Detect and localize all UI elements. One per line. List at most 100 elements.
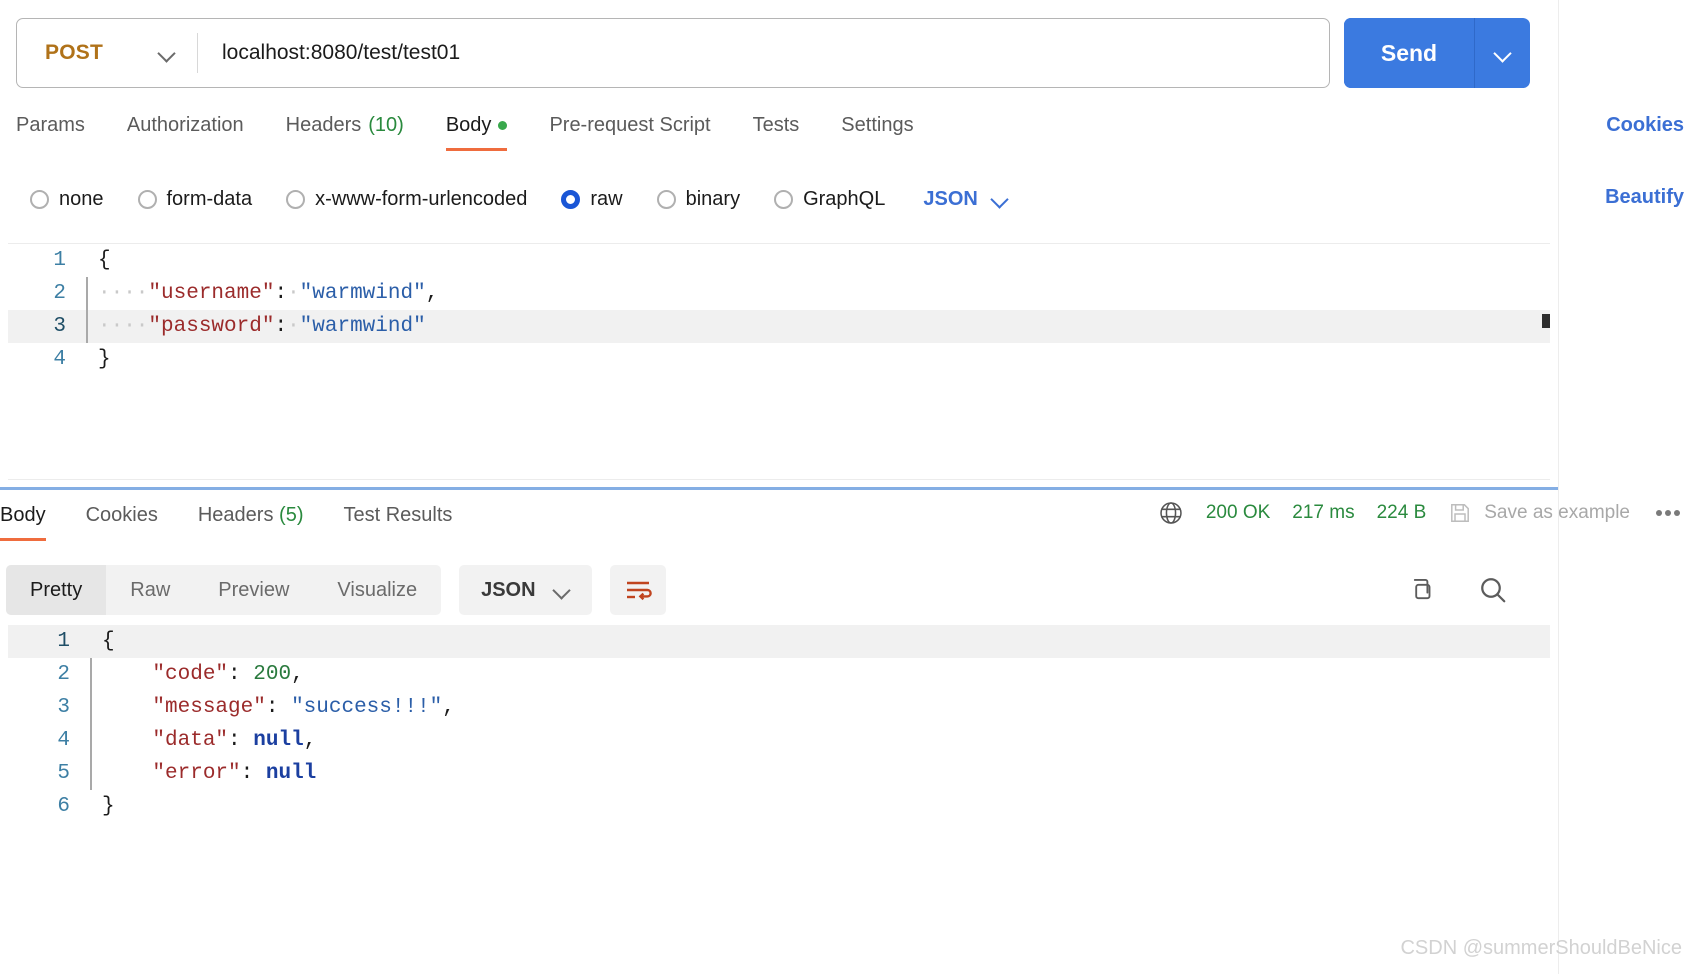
code-line-content: "code": 200, [90, 658, 1550, 691]
line-number: 1 [57, 630, 70, 653]
code-line[interactable]: 1{ [8, 244, 1550, 277]
response-format-label: JSON [481, 578, 536, 601]
view-tab-label: Visualize [337, 578, 418, 601]
code-token: } [98, 348, 111, 371]
code-token: , [425, 282, 439, 305]
radio-label: x-www-form-urlencoded [315, 187, 528, 210]
raw-format-select[interactable]: JSON [923, 188, 1007, 211]
radio-none[interactable]: none [30, 188, 104, 211]
response-more-options-button[interactable] [1652, 510, 1684, 516]
code-line[interactable]: 2 "code": 200, [8, 658, 1550, 691]
tab-label: Tests [752, 114, 800, 136]
cookies-link[interactable]: Cookies [1606, 114, 1684, 137]
tab-tests[interactable]: Tests [753, 108, 800, 151]
response-toolbar-actions [1404, 575, 1552, 605]
code-token: : [228, 729, 254, 752]
request-editor-scrollbar[interactable] [1542, 314, 1550, 328]
http-method-select[interactable]: POST [17, 19, 197, 87]
code-token: : [240, 762, 266, 785]
view-tab-preview[interactable]: Preview [194, 565, 313, 615]
code-line-content: { [86, 244, 1550, 277]
tab-body[interactable]: Body [445, 108, 508, 151]
response-tab-cookies[interactable]: Cookies [86, 498, 158, 541]
code-token: null [253, 729, 304, 752]
code-line[interactable]: 4} [8, 343, 1550, 376]
send-button[interactable]: Send [1344, 18, 1474, 88]
radio-icon [774, 189, 794, 209]
radio-binary[interactable]: binary [656, 187, 741, 211]
code-token: : [274, 315, 288, 338]
response-time-text: 217 ms [1292, 502, 1355, 523]
line-number: 1 [53, 249, 66, 272]
tab-pre-request-script[interactable]: Pre-request Script [549, 108, 710, 151]
code-token: 200 [253, 663, 292, 686]
code-token: : [228, 663, 254, 686]
code-line[interactable]: 6} [8, 790, 1550, 823]
code-token: "error" [152, 762, 241, 785]
code-token: { [102, 630, 115, 653]
code-line[interactable]: 3 ····"password":·"warmwind" [8, 310, 1550, 343]
tab-settings[interactable]: Settings [841, 108, 913, 151]
radio-graphql[interactable]: GraphQL [774, 188, 885, 211]
code-line[interactable]: 5 "error": null [8, 757, 1550, 790]
request-body-editor[interactable]: 1{2 ····"username":·"warmwind", 3 ····"pass… [8, 243, 1550, 480]
view-tab-raw[interactable]: Raw [106, 565, 194, 615]
response-tab-body[interactable]: Body [0, 498, 46, 541]
copy-response-button[interactable] [1404, 575, 1434, 605]
pane-split-divider[interactable] [0, 487, 1558, 490]
save-as-example-button[interactable]: Save as example [1448, 501, 1630, 525]
send-options-button[interactable] [1474, 18, 1530, 88]
line-number: 3 [53, 315, 66, 338]
chevron-down-icon [159, 45, 175, 61]
request-body-code[interactable]: 1{2 ····"username":·"warmwind", 3 ····"pass… [8, 244, 1550, 376]
response-format-select[interactable]: JSON [459, 565, 592, 615]
code-token: } [102, 795, 115, 818]
code-token: : [265, 696, 292, 719]
view-tab-label: Pretty [30, 578, 83, 601]
view-tab-visualize[interactable]: Visualize [313, 565, 441, 615]
radio-label: binary [685, 187, 741, 210]
response-body-code[interactable]: 1{2 "code": 200, 3 "message": "success!!!… [8, 625, 1550, 823]
code-line[interactable]: 1{ [8, 625, 1550, 658]
tab-params[interactable]: Params [16, 108, 85, 151]
code-token: , [303, 729, 317, 752]
tab-headers[interactable]: Headers (10) [286, 108, 404, 151]
radio-raw[interactable]: raw [561, 188, 623, 211]
line-number: 5 [57, 762, 70, 785]
request-url-input[interactable] [198, 19, 1329, 87]
headers-count-badge: (10) [368, 114, 404, 136]
radio-form-data[interactable]: form-data [137, 188, 252, 211]
tab-authorization[interactable]: Authorization [127, 108, 244, 151]
response-tab-headers[interactable]: Headers (5) [198, 498, 304, 541]
code-line-content: ····"username":·"warmwind", [86, 277, 1550, 310]
code-line[interactable]: 2 ····"username":·"warmwind", [8, 277, 1550, 310]
line-number: 3 [57, 696, 70, 719]
response-body-viewer[interactable]: 1{2 "code": 200, 3 "message": "success!!!… [8, 625, 1550, 855]
save-icon [1451, 504, 1470, 522]
view-tab-pretty[interactable]: Pretty [6, 565, 107, 615]
response-tab-bar: Body Cookies Headers (5) Test Results [0, 498, 940, 546]
beautify-link[interactable]: Beautify [1605, 186, 1684, 209]
word-wrap-toggle-button[interactable] [609, 565, 666, 615]
response-headers-count-badge: (5) [279, 504, 304, 526]
code-line-content: { [90, 625, 1550, 658]
dot [1665, 510, 1671, 516]
code-line-content: ····"password":·"warmwind" [86, 310, 1550, 343]
tab-label: Test Results [343, 504, 453, 526]
response-tab-test-results[interactable]: Test Results [343, 498, 452, 541]
search-response-button[interactable] [1478, 575, 1508, 605]
code-line[interactable]: 3 "message": "success!!!", [8, 691, 1550, 724]
tab-label: Headers [197, 504, 274, 526]
code-token: · [287, 282, 300, 305]
radio-x-www-form-urlencoded[interactable]: x-www-form-urlencoded [286, 188, 527, 211]
code-token: "code" [152, 663, 229, 686]
send-button-group: Send [1344, 18, 1530, 88]
code-token: "warmwind" [299, 282, 426, 305]
radio-icon [286, 189, 306, 209]
raw-format-label: JSON [923, 187, 978, 210]
code-line[interactable]: 4 "data": null, [8, 724, 1550, 757]
view-tab-label: Preview [218, 578, 290, 601]
code-token: : [274, 282, 288, 305]
watermark-text: CSDN @summerShouldBeNice [1400, 937, 1682, 959]
